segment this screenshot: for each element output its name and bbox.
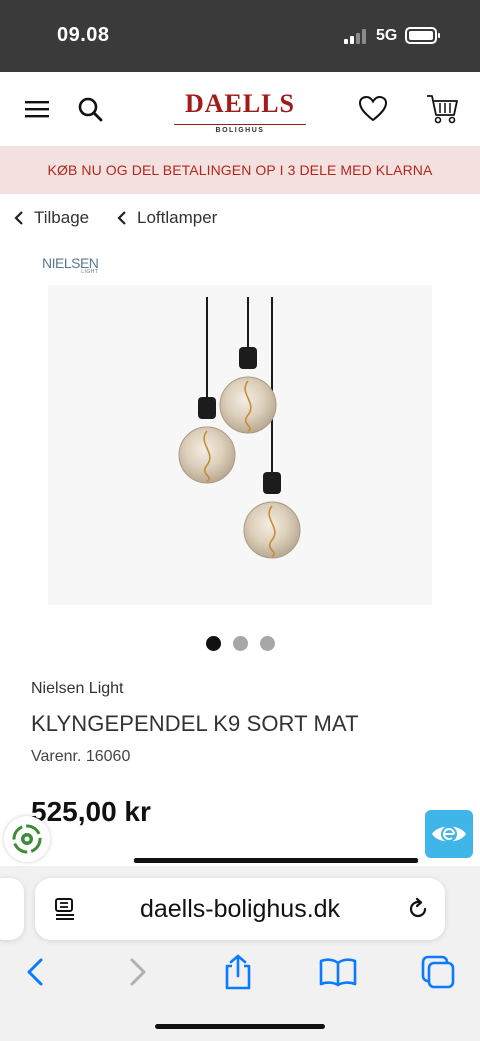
product-vendor[interactable]: Nielsen Light bbox=[31, 680, 124, 698]
browser-nav bbox=[0, 950, 480, 994]
status-bar: 09.08 5G bbox=[0, 0, 480, 72]
heart-icon[interactable] bbox=[356, 92, 390, 126]
tabs-icon[interactable] bbox=[418, 952, 458, 992]
nielsen-logo-sub: LIGHT bbox=[81, 269, 99, 275]
carousel-dot[interactable] bbox=[233, 636, 248, 651]
url-text[interactable]: daells-bolighus.dk bbox=[35, 895, 445, 924]
share-icon[interactable] bbox=[218, 952, 258, 992]
address-bar[interactable]: daells-bolighus.dk bbox=[35, 878, 445, 940]
image-carousel-dots bbox=[0, 636, 480, 652]
site-logo[interactable]: DAELLS BOLIGHUS bbox=[170, 90, 310, 134]
product-price: 525,00 kr bbox=[31, 796, 151, 827]
nielsen-logo[interactable]: NIELSEN LIGHT bbox=[42, 255, 99, 275]
browser-toolbar: daells-bolighus.dk bbox=[0, 866, 480, 1041]
hamburger-icon[interactable] bbox=[20, 92, 54, 126]
carousel-dot[interactable] bbox=[260, 636, 275, 651]
product-title: KLYNGEPENDEL K9 SORT MAT bbox=[31, 711, 359, 736]
klarna-banner[interactable]: KØB NU OG DEL BETALINGEN OP I 3 DELE MED… bbox=[0, 146, 480, 194]
status-time: 09.08 bbox=[57, 24, 110, 46]
add-to-cart-bar[interactable] bbox=[134, 858, 418, 863]
product-image[interactable] bbox=[48, 285, 432, 605]
back-link-label: Tilbage bbox=[34, 208, 90, 227]
reload-icon[interactable] bbox=[405, 896, 431, 922]
battery-icon bbox=[405, 27, 440, 44]
cart-icon[interactable] bbox=[425, 92, 459, 126]
signal-icon bbox=[344, 29, 368, 44]
chevron-left-icon[interactable] bbox=[15, 952, 55, 992]
search-icon[interactable] bbox=[73, 92, 107, 126]
emaerket-icon[interactable] bbox=[425, 810, 473, 858]
site-header: DAELLS BOLIGHUS bbox=[0, 72, 480, 146]
chevron-right-icon[interactable] bbox=[118, 952, 158, 992]
back-link[interactable]: Tilbage bbox=[14, 208, 89, 228]
book-icon[interactable] bbox=[318, 952, 358, 992]
category-link[interactable]: Loftlamper bbox=[117, 208, 217, 228]
breadcrumb: Tilbage Loftlamper bbox=[0, 194, 480, 244]
pendant-lamp-image bbox=[178, 297, 301, 559]
chevron-left-icon bbox=[14, 211, 23, 225]
category-link-label: Loftlamper bbox=[137, 208, 218, 227]
home-indicator bbox=[155, 1024, 325, 1029]
network-type: 5G bbox=[376, 27, 398, 44]
product-sku: Varenr. 16060 bbox=[31, 748, 131, 765]
chevron-left-icon bbox=[117, 211, 126, 225]
previous-tab-edge[interactable] bbox=[0, 878, 24, 940]
logo-sub: BOLIGHUS bbox=[211, 127, 269, 134]
logo-brand: DAELLS bbox=[184, 89, 296, 118]
carousel-dot[interactable] bbox=[206, 636, 221, 651]
cookie-settings-icon[interactable] bbox=[4, 816, 50, 862]
